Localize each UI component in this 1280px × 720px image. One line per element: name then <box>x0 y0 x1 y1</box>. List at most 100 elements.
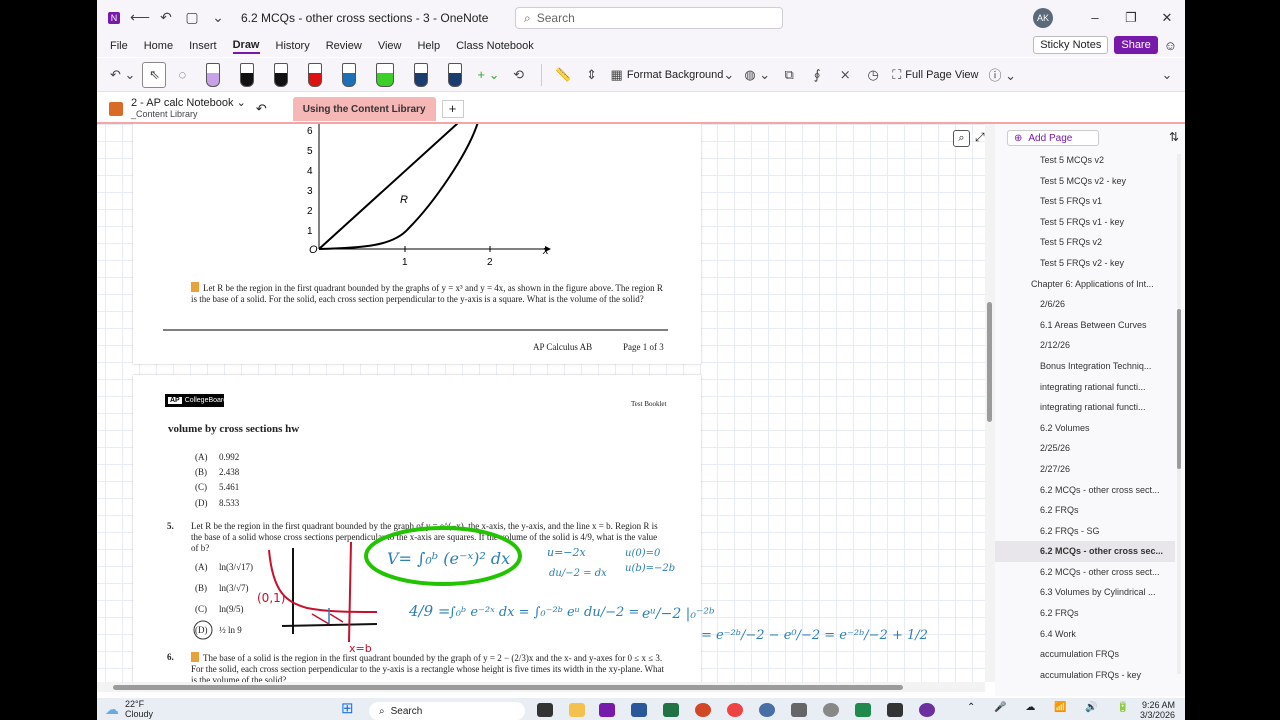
lasso-icon[interactable]: ◌ <box>170 62 194 88</box>
horizontal-scroll-thumb[interactable] <box>113 685 903 690</box>
page-list-item[interactable]: 6.3 Volumes by Cylindrical ... <box>995 582 1175 603</box>
clock[interactable]: 9:26 AM 3/3/2026 <box>1140 700 1175 720</box>
shapes-icon[interactable]: ◍ ⌄ <box>741 62 773 88</box>
math-icon[interactable]: ⨯ <box>833 62 857 88</box>
menu-view[interactable]: View <box>378 40 402 52</box>
page-list-item[interactable]: 2/6/26 <box>995 294 1175 315</box>
page-list-item[interactable]: 2/27/26 <box>995 459 1175 480</box>
horizontal-scrollbar[interactable] <box>97 682 985 692</box>
page-list-item[interactable]: integrating rational functi... <box>995 377 1175 398</box>
vertical-scrollbar[interactable] <box>985 124 995 682</box>
feedback-icon[interactable]: ☺ <box>1164 38 1177 53</box>
ink-to-shape-icon[interactable]: ⟲ <box>507 62 531 88</box>
pen-black-1-icon[interactable] <box>240 62 255 87</box>
pen-dark-blue-icon[interactable] <box>448 62 463 87</box>
system-tray-icons[interactable]: ⌃ 🎤 ☁ 📶 🔊 🔋 <box>967 702 1137 713</box>
ink-to-math-icon[interactable]: ∮ <box>805 62 829 88</box>
add-section-icon[interactable]: + <box>441 100 464 118</box>
page-list-item[interactable]: Test 5 MCQs v2 <box>995 150 1175 171</box>
minimize-icon[interactable]: – <box>1077 10 1113 25</box>
page-list-item[interactable]: Test 5 FRQs v2 <box>995 232 1175 253</box>
customize-icon[interactable]: ⌄ <box>205 5 231 31</box>
pen-black-2-icon[interactable] <box>274 62 289 87</box>
page-list-item[interactable]: 6.2 MCQs - other cross sect... <box>995 480 1175 501</box>
add-page-button[interactable]: ⊕ Add Page <box>1007 130 1099 146</box>
pycharm-icon[interactable] <box>855 703 871 717</box>
page-list-item[interactable]: 2/25/26 <box>995 438 1175 459</box>
menu-home[interactable]: Home <box>144 40 173 52</box>
page-list-item[interactable]: 6.4 Work <box>995 624 1175 645</box>
excel-icon[interactable] <box>663 703 679 717</box>
dock-icon[interactable]: ▢ <box>179 5 205 31</box>
menu-file[interactable]: File <box>110 40 128 52</box>
note-canvas[interactable]: O 1 2 x 1 2 3 4 5 6 R Let R be the regio… <box>97 124 985 682</box>
page-list-item[interactable]: Chapter 6: Applications of Int... <box>995 274 1175 295</box>
taskbar-search[interactable]: ⌕ Search <box>369 702 525 720</box>
menu-review[interactable]: Review <box>326 40 362 52</box>
page-list-item[interactable]: Test 5 MCQs v2 - key <box>995 171 1175 192</box>
terminal-icon[interactable] <box>887 703 903 717</box>
add-pen-icon[interactable]: + ⌄ <box>474 62 502 88</box>
page-list-item[interactable]: 2/12/26 <box>995 335 1175 356</box>
menu-help[interactable]: Help <box>417 40 440 52</box>
page-list-item[interactable]: Test 5 FRQs v1 <box>995 191 1175 212</box>
back-icon[interactable]: ⟵ <box>127 5 153 31</box>
eraser-icon[interactable] <box>206 62 221 87</box>
page-list-item[interactable]: 6.1 Areas Between Curves <box>995 315 1175 336</box>
powerpoint-icon[interactable] <box>695 703 711 717</box>
page-list-item[interactable]: 6.2 FRQs - SG <box>995 521 1175 542</box>
onenote-taskbar-icon[interactable] <box>599 703 615 717</box>
word-icon[interactable] <box>631 703 647 717</box>
app-icon-1[interactable] <box>759 703 775 717</box>
file-explorer-icon[interactable] <box>569 703 585 717</box>
page-list-item[interactable]: 6.2 MCQs - other cross sec... <box>995 541 1175 562</box>
page-list-item[interactable]: accumulation FRQs - key <box>995 665 1175 686</box>
section-tab[interactable]: Using the Content Library <box>292 97 436 121</box>
app-icon-3[interactable] <box>919 703 935 717</box>
page-list-scroll-thumb[interactable] <box>1177 309 1181 469</box>
pen-blue-icon[interactable] <box>342 62 357 87</box>
ruler-icon[interactable]: 📏 <box>552 62 576 88</box>
page-list-item[interactable]: accumulation FRQs <box>995 644 1175 665</box>
chrome-icon[interactable] <box>727 703 743 717</box>
notebook-selector[interactable]: 2 - AP calc Notebook ⌄ _Content Library <box>131 98 246 120</box>
menu-draw[interactable]: Draw <box>232 39 260 54</box>
sort-icon[interactable]: ⇅ <box>1169 130 1179 144</box>
page-list-item[interactable]: integrating rational functi... <box>995 397 1175 418</box>
expand-icon[interactable]: ⤢ <box>975 130 985 145</box>
replay-icon[interactable]: ◷ <box>861 62 885 88</box>
avatar[interactable]: AK <box>1033 7 1053 28</box>
windows-start-icon[interactable]: ⊞ <box>341 701 357 718</box>
pen-green-icon[interactable] <box>376 62 395 87</box>
space-icon[interactable]: ⇕ <box>580 62 604 88</box>
page-list-item[interactable]: 6.2 MCQs - other cross sect... <box>995 562 1175 583</box>
navigate-back-icon[interactable]: ↶ <box>256 101 267 117</box>
ink-to-text-icon[interactable]: ⧉ <box>777 62 801 88</box>
search-box[interactable]: ⌕ Search <box>515 7 783 29</box>
menu-history[interactable]: History <box>276 40 310 52</box>
undo-icon[interactable]: ↶ <box>153 5 179 31</box>
select-tool-icon[interactable]: ⇖ <box>142 61 167 88</box>
pen-red-icon[interactable] <box>308 62 323 87</box>
page-list-item[interactable]: 6.2 FRQs <box>995 603 1175 624</box>
close-icon[interactable]: ✕ <box>1149 10 1185 26</box>
pen-navy-icon[interactable] <box>414 62 429 87</box>
menu-insert[interactable]: Insert <box>189 40 217 52</box>
page-list-item[interactable]: Bonus Integration Techniq... <box>995 356 1175 377</box>
app-icon-2[interactable] <box>791 703 807 717</box>
restore-icon[interactable]: ❐ <box>1113 10 1149 26</box>
help-icon[interactable]: ⓘ ⌄ <box>985 62 1019 88</box>
share-button[interactable]: Share <box>1114 36 1158 54</box>
weather-widget[interactable]: ☁ 22°F Cloudy <box>105 699 153 719</box>
undo-icon[interactable]: ↶ ⌄ <box>107 62 138 88</box>
format-background-button[interactable]: ▦ Format Background ⌄ <box>608 62 738 88</box>
page-list-item[interactable]: Test 5 FRQs v2 - key <box>995 253 1175 274</box>
page-list-scrollbar[interactable] <box>1177 154 1181 674</box>
task-view-icon[interactable] <box>537 703 553 717</box>
full-page-view-button[interactable]: ⛶ Full Page View <box>889 62 981 88</box>
collapse-ribbon-icon[interactable]: ⌄ <box>1155 62 1179 88</box>
settings-icon[interactable] <box>823 703 839 717</box>
vertical-scroll-thumb[interactable] <box>987 302 992 422</box>
sticky-notes-button[interactable]: Sticky Notes <box>1033 36 1109 54</box>
page-list-item[interactable]: 6.2 Volumes <box>995 418 1175 439</box>
